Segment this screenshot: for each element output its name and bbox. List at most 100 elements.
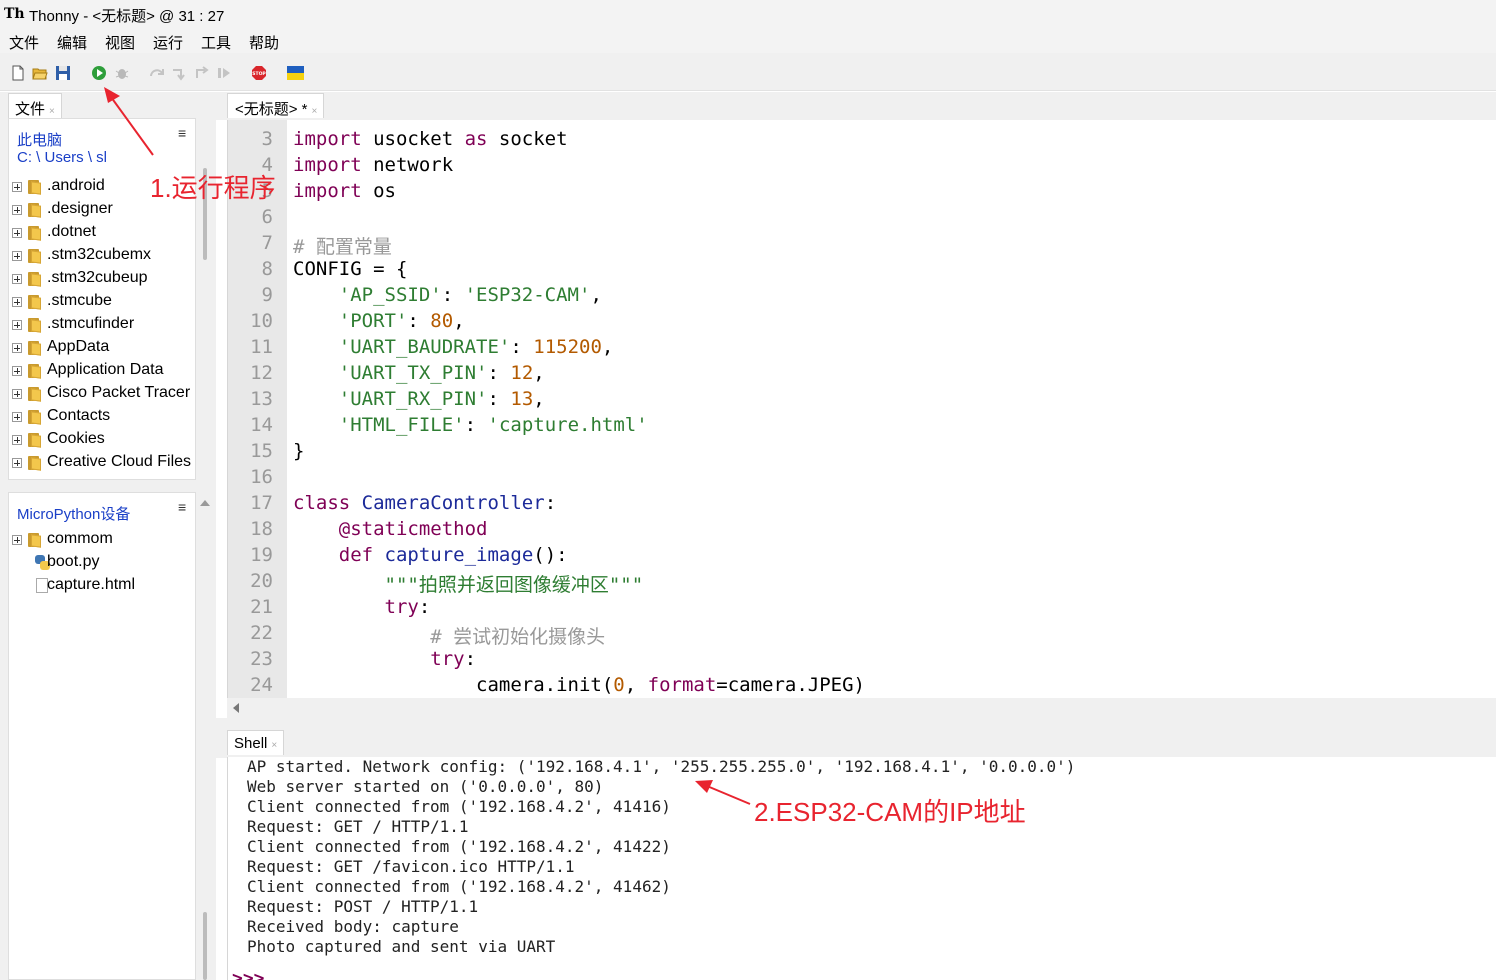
run-icon[interactable]	[91, 65, 107, 81]
code-line: # 尝试初始化摄像头	[430, 626, 606, 648]
menu-run[interactable]: 运行	[153, 32, 183, 53]
folder-icon	[28, 203, 43, 218]
code-line: 'UART_BAUDRATE': 115200,	[338, 336, 614, 358]
expand-icon[interactable]	[12, 435, 22, 445]
toolbar: STOP	[0, 53, 1496, 91]
scrollbar-thumb[interactable]	[203, 912, 207, 980]
scroll-up-icon[interactable]	[200, 500, 210, 506]
expand-icon[interactable]	[12, 366, 22, 376]
scroll-left-icon[interactable]	[233, 703, 239, 713]
debug-icon[interactable]	[114, 65, 130, 81]
tree-item[interactable]: Cisco Packet Tracer 8	[9, 383, 195, 406]
menu-file[interactable]: 文件	[9, 32, 39, 53]
new-file-icon[interactable]	[10, 65, 26, 81]
tree-item[interactable]: Application Data	[9, 360, 195, 383]
tree-item-label: Cookies	[47, 430, 105, 447]
menu-edit[interactable]: 编辑	[57, 32, 87, 53]
line-number: 22	[250, 622, 273, 644]
expand-icon[interactable]	[12, 389, 22, 399]
menu-view[interactable]: 视图	[105, 32, 135, 53]
tree-item[interactable]: .stm32cubeup	[9, 268, 195, 291]
expand-icon[interactable]	[12, 228, 22, 238]
code-line: import os	[293, 180, 396, 202]
shell-line: AP started. Network config: ('192.168.4.…	[247, 757, 1076, 776]
shell-console[interactable]: AP started. Network config: ('192.168.4.…	[227, 757, 1496, 980]
shell-line: Client connected from ('192.168.4.2', 41…	[247, 877, 671, 896]
shell-line: Client connected from ('192.168.4.2', 41…	[247, 837, 671, 856]
flag-icon[interactable]	[287, 65, 304, 81]
step-out-icon[interactable]	[194, 65, 210, 81]
expand-icon[interactable]	[12, 458, 22, 468]
line-number: 11	[250, 336, 273, 358]
line-number: 8	[261, 258, 273, 280]
line-number: 20	[250, 570, 273, 592]
expand-icon[interactable]	[12, 274, 22, 284]
shell-tab[interactable]: Shell ×	[227, 730, 285, 755]
code-line: 'HTML_FILE': 'capture.html'	[338, 414, 648, 436]
tree-item-label: .stm32cubemx	[47, 246, 152, 263]
code-line: 'UART_TX_PIN': 12,	[338, 362, 545, 384]
tree-item-label: .stmcube	[47, 292, 112, 309]
shell-line: Received body: capture	[247, 917, 459, 936]
tree-item[interactable]: boot.py	[9, 552, 195, 575]
tree-item[interactable]: .stmcube	[9, 291, 195, 314]
tree-item[interactable]: .dotnet	[9, 222, 195, 245]
code-line: 'PORT': 80,	[338, 310, 465, 332]
folder-icon	[28, 249, 43, 264]
computer-path[interactable]: C: \ Users \ sl	[17, 149, 107, 166]
resume-icon[interactable]	[216, 65, 232, 81]
step-into-icon[interactable]	[171, 65, 187, 81]
device-title[interactable]: MicroPython设备	[17, 503, 130, 524]
expand-icon[interactable]	[12, 535, 22, 545]
expand-icon[interactable]	[12, 320, 22, 330]
step-over-icon[interactable]	[149, 65, 165, 81]
editor-tabbar: <无标题> * ×	[216, 92, 1496, 120]
tree-item[interactable]: commom	[9, 529, 195, 552]
code-line: }	[293, 440, 305, 462]
tree-item[interactable]: Contacts	[9, 406, 195, 429]
stop-icon[interactable]: STOP	[251, 65, 267, 81]
close-icon[interactable]: ×	[312, 106, 318, 117]
folder-icon	[28, 295, 43, 310]
expand-icon[interactable]	[12, 343, 22, 353]
shell-line: Photo captured and sent via UART	[247, 937, 556, 956]
shell-prompt: >>>	[232, 968, 265, 980]
pane-menu-icon[interactable]: ≡	[178, 125, 186, 141]
tree-item[interactable]: .stmcufinder	[9, 314, 195, 337]
code-editor[interactable]: 3 4 5 6 7 8 9 10 11 12 13 14 15 16 17 18 19 20 21 22 23 24 im…	[227, 120, 1496, 698]
folder-icon	[28, 341, 43, 356]
shell-line: Request: GET /favicon.ico HTTP/1.1	[247, 857, 575, 876]
tree-item[interactable]: AppData	[9, 337, 195, 360]
line-number: 19	[250, 544, 273, 566]
expand-icon[interactable]	[12, 412, 22, 422]
expand-icon[interactable]	[12, 205, 22, 215]
tree-item[interactable]: .stm32cubemx	[9, 245, 195, 268]
shell-tab-label: Shell	[234, 735, 268, 752]
tree-item[interactable]: capture.html	[9, 575, 195, 598]
line-number: 21	[250, 596, 273, 618]
code-line: camera.init(0, format=camera.JPEG)	[293, 674, 865, 696]
menu-tools[interactable]: 工具	[201, 32, 231, 53]
close-icon[interactable]: ×	[49, 106, 55, 117]
menu-help[interactable]: 帮助	[249, 32, 279, 53]
device-scrollbar[interactable]	[198, 492, 212, 980]
device-menu-icon[interactable]: ≡	[178, 499, 186, 515]
expand-icon[interactable]	[12, 297, 22, 307]
folder-icon	[28, 318, 43, 333]
device-tree: commom boot.py capture.html	[9, 529, 197, 649]
tree-item[interactable]: Cookies	[9, 429, 195, 452]
save-icon[interactable]	[55, 65, 71, 81]
close-icon[interactable]: ×	[271, 740, 277, 751]
folder-icon	[28, 410, 43, 425]
tree-item-label: .android	[47, 177, 105, 194]
folder-icon	[28, 433, 43, 448]
files-tab[interactable]: 文件 ×	[8, 93, 62, 118]
tree-item[interactable]: Creative Cloud Files	[9, 452, 195, 475]
code-line: try:	[430, 648, 477, 670]
editor-tab[interactable]: <无标题> * ×	[227, 93, 325, 118]
editor-horizontal-scrollbar[interactable]	[227, 698, 1496, 718]
open-file-icon[interactable]	[32, 65, 48, 81]
expand-icon[interactable]	[12, 251, 22, 261]
computer-title[interactable]: 此电脑	[17, 129, 62, 150]
expand-icon[interactable]	[12, 182, 22, 192]
